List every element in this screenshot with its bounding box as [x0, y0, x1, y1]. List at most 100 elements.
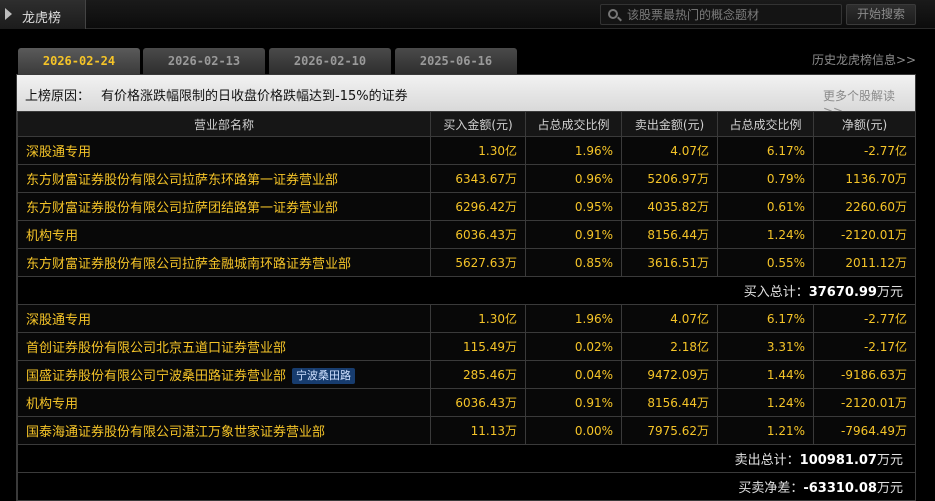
search-box[interactable] [600, 4, 842, 25]
buy-ratio: 0.00% [525, 416, 622, 445]
buy-ratio: 0.96% [525, 164, 622, 193]
table-row[interactable]: 深股通专用 1.30亿 1.96% 4.07亿 6.17% -2.77亿 [17, 136, 916, 165]
sell-ratio: 3.31% [717, 332, 814, 361]
branch-name-text: 首创证券股份有限公司北京五道口证券营业部 [26, 341, 287, 356]
buy-total-unit: 万元 [876, 285, 903, 300]
col-header-branch: 营业部名称 [17, 111, 431, 137]
tab-date-3[interactable]: 2026-02-10 [269, 48, 391, 74]
col-header-sell-amount: 卖出金额(元) [621, 111, 718, 137]
ranking-panel: 上榜原因： 有价格涨跌幅限制的日收盘价格跌幅达到-15%的证券 更多个股解读>>… [16, 74, 916, 501]
col-header-sell-ratio: 占总成交比例 [717, 111, 814, 137]
sell-total: 卖出总计：100981.07万元 [17, 444, 916, 473]
tab-date-2[interactable]: 2026-02-13 [143, 48, 265, 74]
table-header-row: 营业部名称 买入金额(元) 占总成交比例 卖出金额(元) 占总成交比例 净额(元… [17, 111, 916, 137]
sell-total-unit: 万元 [876, 453, 903, 468]
buy-ratio: 0.02% [525, 332, 622, 361]
buy-ratio: 1.96% [525, 304, 622, 333]
col-header-buy-ratio: 占总成交比例 [525, 111, 622, 137]
concept-search-input[interactable] [627, 7, 837, 22]
buy-ratio: 0.95% [525, 192, 622, 221]
col-header-buy-amount: 买入金额(元) [430, 111, 526, 137]
sell-amount: 5206.97万 [621, 164, 718, 193]
sell-ratio: 0.55% [717, 248, 814, 277]
trading-desk-table: 营业部名称 买入金额(元) 占总成交比例 卖出金额(元) 占总成交比例 净额(元… [17, 111, 916, 501]
sell-total-label: 卖出总计： [734, 453, 800, 468]
branch-name[interactable]: 首创证券股份有限公司北京五道口证券营业部 [17, 332, 431, 361]
table-row[interactable]: 机构专用 6036.43万 0.91% 8156.44万 1.24% -2120… [17, 388, 916, 417]
buy-ratio: 0.91% [525, 220, 622, 249]
table-row[interactable]: 机构专用 6036.43万 0.91% 8156.44万 1.24% -2120… [17, 220, 916, 249]
sell-total-value: 100981.07 [799, 453, 877, 468]
buy-amount: 1.30亿 [430, 136, 526, 165]
buy-total-value: 37670.99 [808, 285, 877, 300]
net-amount: -2.77亿 [813, 136, 916, 165]
table-row[interactable]: 东方财富证券股份有限公司拉萨团结路第一证券营业部 6296.42万 0.95% … [17, 192, 916, 221]
net-amount: -2120.01万 [813, 220, 916, 249]
top-bar: 龙虎榜 开始搜索 [0, 0, 935, 29]
table-row[interactable]: 国泰海通证券股份有限公司湛江万象世家证券营业部 11.13万 0.00% 797… [17, 416, 916, 445]
net-amount: -2.17亿 [813, 332, 916, 361]
tab-date-1[interactable]: 2026-02-24 [18, 48, 140, 74]
net-total-unit: 万元 [876, 481, 903, 496]
buy-total: 买入总计：37670.99万元 [17, 276, 916, 305]
branch-name[interactable]: 东方财富证券股份有限公司拉萨团结路第一证券营业部 [17, 192, 431, 221]
table-row[interactable]: 东方财富证券股份有限公司拉萨东环路第一证券营业部 6343.67万 0.96% … [17, 164, 916, 193]
search-icon [608, 9, 618, 19]
panel-title: 龙虎榜 [22, 11, 62, 26]
branch-name[interactable]: 国盛证券股份有限公司宁波桑田路证券营业部 宁波桑田路 [17, 360, 431, 389]
branch-name[interactable]: 东方财富证券股份有限公司拉萨东环路第一证券营业部 [17, 164, 431, 193]
tab-date-4[interactable]: 2025-06-16 [395, 48, 517, 74]
buy-amount: 6036.43万 [430, 220, 526, 249]
net-amount: 2260.60万 [813, 192, 916, 221]
branch-name[interactable]: 深股通专用 [17, 136, 431, 165]
buy-amount: 6036.43万 [430, 388, 526, 417]
buy-ratio: 0.04% [525, 360, 622, 389]
table-row[interactable]: 首创证券股份有限公司北京五道口证券营业部 115.49万 0.02% 2.18亿… [17, 332, 916, 361]
branch-name[interactable]: 深股通专用 [17, 304, 431, 333]
panel-title-tab[interactable]: 龙虎榜 [0, 0, 86, 29]
reason-label: 上榜原因： [25, 89, 91, 104]
table-row[interactable]: 东方财富证券股份有限公司拉萨金融城南环路证券营业部 5627.63万 0.85%… [17, 248, 916, 277]
branch-name[interactable]: 机构专用 [17, 220, 431, 249]
sell-amount: 8156.44万 [621, 388, 718, 417]
sell-amount: 7975.62万 [621, 416, 718, 445]
branch-name-text: 国盛证券股份有限公司宁波桑田路证券营业部 [26, 369, 287, 384]
sell-ratio: 1.24% [717, 388, 814, 417]
buy-total-label: 买入总计： [743, 285, 809, 300]
sell-ratio: 0.79% [717, 164, 814, 193]
history-ranking-link[interactable]: 历史龙虎榜信息>> [812, 51, 916, 68]
net-amount: 1136.70万 [813, 164, 916, 193]
buy-amount: 5627.63万 [430, 248, 526, 277]
net-total-value: -63310.08 [803, 481, 877, 496]
buy-amount: 285.46万 [430, 360, 526, 389]
buy-ratio: 0.91% [525, 388, 622, 417]
listing-reason-bar: 上榜原因： 有价格涨跌幅限制的日收盘价格跌幅达到-15%的证券 更多个股解读>> [17, 75, 915, 118]
table-row[interactable]: 深股通专用 1.30亿 1.96% 4.07亿 6.17% -2.77亿 [17, 304, 916, 333]
branch-name[interactable]: 东方财富证券股份有限公司拉萨金融城南环路证券营业部 [17, 248, 431, 277]
branch-name-text: 国泰海通证券股份有限公司湛江万象世家证券营业部 [26, 425, 326, 440]
buy-amount: 115.49万 [430, 332, 526, 361]
start-search-button[interactable]: 开始搜索 [846, 4, 916, 25]
net-amount: 2011.12万 [813, 248, 916, 277]
branch-name[interactable]: 机构专用 [17, 388, 431, 417]
play-arrow-icon [5, 8, 12, 20]
buy-ratio: 1.96% [525, 136, 622, 165]
table-row[interactable]: 国盛证券股份有限公司宁波桑田路证券营业部 宁波桑田路 285.46万 0.04% … [17, 360, 916, 389]
buy-ratio: 0.85% [525, 248, 622, 277]
buy-amount: 6343.67万 [430, 164, 526, 193]
sell-ratio: 1.44% [717, 360, 814, 389]
sell-ratio: 6.17% [717, 304, 814, 333]
branch-name[interactable]: 国泰海通证券股份有限公司湛江万象世家证券营业部 [17, 416, 431, 445]
sell-amount: 4.07亿 [621, 136, 718, 165]
branch-tag[interactable]: 宁波桑田路 [292, 368, 356, 384]
col-header-net: 净额(元) [813, 111, 916, 137]
sell-amount: 4035.82万 [621, 192, 718, 221]
buy-amount: 11.13万 [430, 416, 526, 445]
net-amount: -7964.49万 [813, 416, 916, 445]
buy-amount: 1.30亿 [430, 304, 526, 333]
sell-amount: 4.07亿 [621, 304, 718, 333]
buy-total-row: 买入总计：37670.99万元 [17, 276, 916, 305]
sell-amount: 3616.51万 [621, 248, 718, 277]
sell-ratio: 1.24% [717, 220, 814, 249]
branch-name-text: 机构专用 [26, 397, 79, 412]
